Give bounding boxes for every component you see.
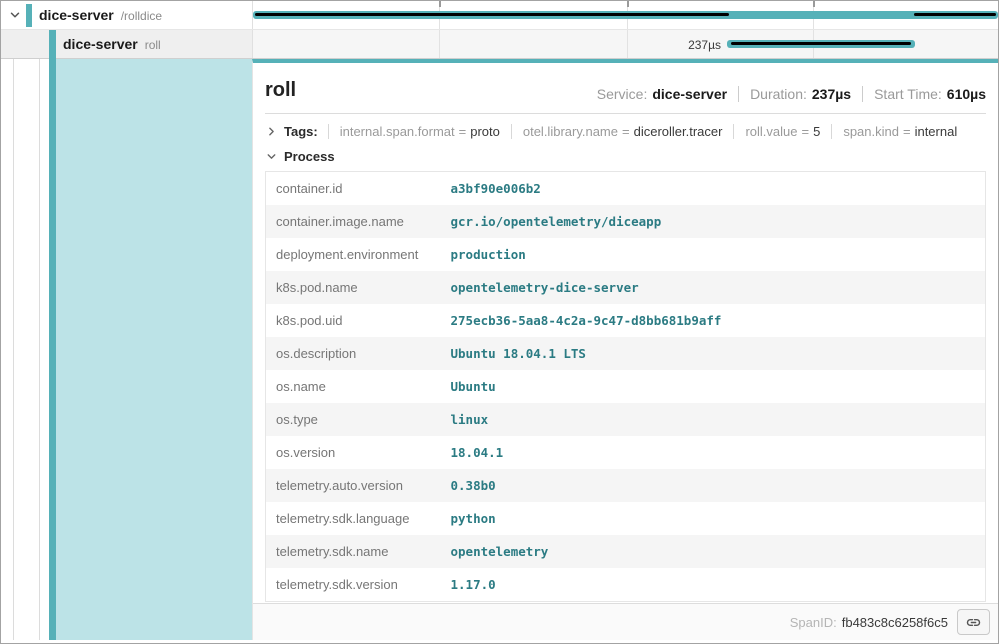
tag-roll-value: roll.value=5 (733, 124, 831, 139)
table-row: container.image.namegcr.io/opentelemetry… (266, 205, 986, 238)
operation-name: roll (145, 38, 161, 52)
table-row: os.typelinux (266, 403, 986, 436)
indent-guide (39, 59, 40, 640)
critical-path-segment (255, 13, 729, 16)
span-overview: Service:dice-server Duration:237µs Start… (597, 86, 986, 102)
span-bar-rolldice[interactable] (253, 11, 998, 19)
span-row-rolldice[interactable]: dice-server/rolldice (1, 1, 998, 30)
tag-span-kind: span.kind=internal (831, 124, 968, 139)
chevron-down-icon[interactable] (265, 150, 279, 164)
link-icon (965, 614, 982, 631)
timeline-gridline (439, 30, 440, 58)
overview-start-time: Start Time:610µs (862, 86, 986, 102)
table-row: k8s.pod.nameopentelemetry-dice-server (266, 271, 986, 304)
table-row: telemetry.sdk.version1.17.0 (266, 568, 986, 602)
process-kv-table: container.ida3bf90e006b2 container.image… (265, 171, 986, 602)
span-title: roll (265, 78, 296, 102)
table-row: os.descriptionUbuntu 18.04.1 LTS (266, 337, 986, 370)
span-detail-footer: SpanID: fb483c8c6258f6c5 (253, 603, 998, 640)
span-row-rolldice-label[interactable]: dice-server/rolldice (1, 1, 252, 29)
tag-otel-library-name: otel.library.name=diceroller.tracer (511, 124, 734, 139)
timeline-tick (439, 1, 441, 7)
tag-internal-span-format: internal.span.format=proto (328, 124, 511, 139)
tags-section-header[interactable]: Tags: internal.span.format=proto otel.li… (265, 114, 986, 148)
critical-path-segment (914, 13, 996, 16)
service-name: dice-server (63, 36, 138, 52)
critical-path-segment (731, 42, 911, 45)
service-color-bar (26, 4, 32, 27)
timeline-row-roll: 237µs (252, 30, 998, 58)
overview-duration: Duration:237µs (738, 86, 851, 102)
chevron-right-icon[interactable] (265, 125, 279, 139)
span-row-roll-label[interactable]: dice-server roll (1, 30, 252, 58)
copy-link-button[interactable] (957, 609, 990, 635)
span-detail-panel: roll Service:dice-server Duration:237µs … (252, 59, 998, 640)
service-name: dice-server (39, 7, 114, 23)
service-color-bar (49, 30, 56, 59)
span-detail-header: roll Service:dice-server Duration:237µs … (265, 63, 986, 114)
table-row: os.version18.04.1 (266, 436, 986, 469)
span-bar-roll[interactable] (727, 40, 915, 48)
table-row: telemetry.sdk.nameopentelemetry (266, 535, 986, 568)
span-duration-label: 237µs (617, 38, 721, 52)
table-row: telemetry.sdk.languagepython (266, 502, 986, 535)
timeline-tick (627, 1, 629, 7)
operation-name: /rolldice (121, 9, 162, 23)
span-id-label: SpanID: (790, 615, 837, 630)
selected-span-highlight (56, 59, 252, 640)
indent-guide (13, 59, 14, 640)
trace-detail-view: dice-server/rolldice dice-server roll 237… (0, 0, 999, 644)
span-id-value: fb483c8c6258f6c5 (842, 615, 948, 630)
process-section-header[interactable]: Process (265, 148, 986, 171)
table-row: deployment.environmentproduction (266, 238, 986, 271)
trace-left-gutter (1, 59, 252, 640)
timeline-tick (813, 1, 815, 7)
overview-service: Service:dice-server (597, 86, 727, 102)
span-row-roll[interactable]: dice-server roll 237µs (1, 30, 998, 59)
table-row: os.nameUbuntu (266, 370, 986, 403)
process-label: Process (284, 149, 335, 164)
timeline-row-rolldice (252, 1, 998, 29)
table-row: telemetry.auto.version0.38b0 (266, 469, 986, 502)
table-row: k8s.pod.uid275ecb36-5aa8-4c2a-9c47-d8bb6… (266, 304, 986, 337)
chevron-down-icon[interactable] (8, 8, 22, 22)
tags-label: Tags: (284, 124, 318, 139)
selected-span-accent-bar (49, 59, 56, 640)
table-row: container.ida3bf90e006b2 (266, 172, 986, 206)
